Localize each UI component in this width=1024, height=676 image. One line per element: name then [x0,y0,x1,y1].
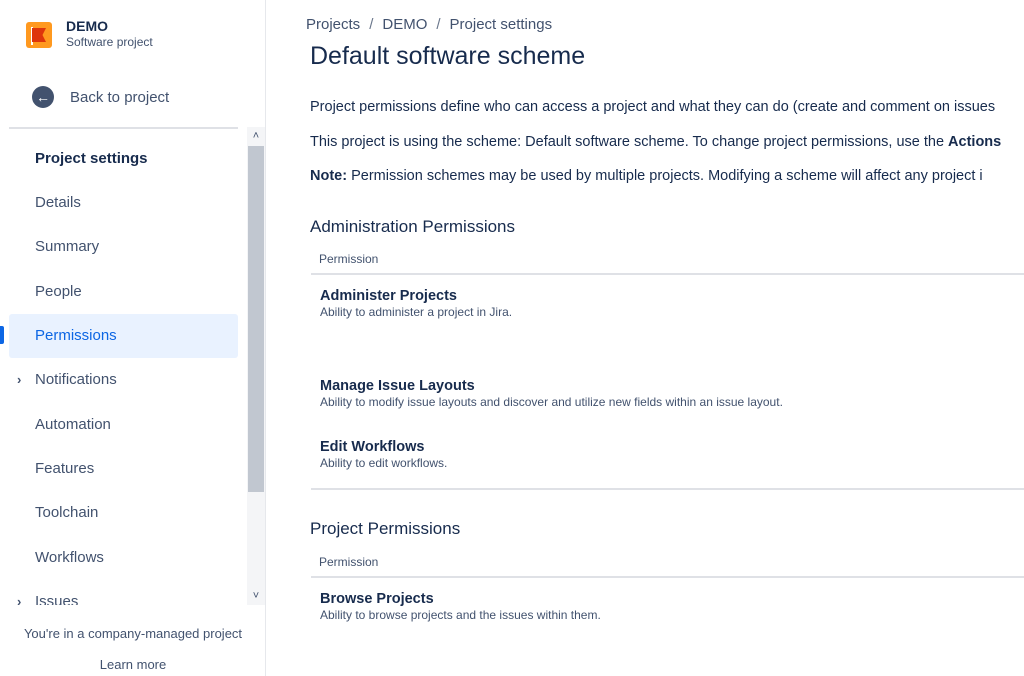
table-row: Manage Issue Layouts Ability to modify i… [320,377,783,410]
scheme-info-label: This project is using the scheme: Defaul… [310,134,949,150]
chevron-right-icon: › [17,372,22,387]
project-type: Software project [66,35,153,49]
permissions-intro-text: Project permissions define who can acces… [310,99,996,115]
section-title-administration: Administration Permissions [310,217,516,236]
permission-description: Ability to browse projects and the issue… [320,608,601,622]
note-body: Permission schemes may be used by multip… [347,168,983,184]
scrollbar-thumb[interactable] [248,146,264,492]
breadcrumb-separator: / [436,16,441,33]
learn-more-link[interactable]: Learn more [0,657,266,672]
table-header-divider [311,576,1024,578]
permission-description: Ability to modify issue layouts and disc… [320,395,783,409]
back-to-project-label: Back to project [70,88,170,106]
sidebar-item-notifications[interactable]: › Notifications [9,358,238,402]
sidebar: DEMO Software project ← Back to project … [0,0,266,676]
actions-emphasis: Actions [948,134,1002,150]
sidebar-item-issues[interactable]: › Issues [9,580,238,605]
project-name: DEMO [66,18,108,34]
table-header-divider [311,273,1024,275]
sidebar-item-label: Issues [35,593,79,605]
permission-name: Browse Projects [320,591,434,607]
breadcrumb-projects[interactable]: Projects [306,16,360,33]
sidebar-item-label: Notifications [35,371,117,388]
sidebar-item-features[interactable]: Features [9,447,238,491]
permission-name: Administer Projects [320,288,457,304]
sidebar-heading-project-settings: Project settings [35,150,148,167]
scheme-info-text: This project is using the scheme: Defaul… [310,134,1001,150]
project-header[interactable]: DEMO Software project [26,18,153,50]
chevron-up-icon[interactable]: ˄ [247,127,265,145]
back-to-project-button[interactable]: ← Back to project [32,86,169,108]
sidebar-item-people[interactable]: People [9,270,238,314]
note-text: Note: Permission schemes may be used by … [310,168,983,184]
nav-divider [9,127,238,129]
breadcrumb-separator: / [369,16,374,33]
active-indicator [0,326,4,344]
sidebar-item-automation[interactable]: Automation [9,403,238,447]
project-avatar-icon [26,22,52,48]
sidebar-item-toolchain[interactable]: Toolchain [9,491,238,535]
breadcrumb-project-settings[interactable]: Project settings [450,16,553,33]
column-header-permission: Permission [319,252,379,266]
table-row: Edit Workflows Ability to edit workflows… [320,438,447,471]
main-content: Projects / DEMO / Project settings Default s… [266,0,1024,676]
permission-name: Manage Issue Layouts [320,378,475,394]
permission-description: Ability to administer a project in Jira. [320,305,513,319]
breadcrumb-demo[interactable]: DEMO [382,16,427,33]
permission-description: Ability to edit workflows. [320,456,448,470]
table-row: Administer Projects Ability to administe… [320,287,512,320]
section-title-project-permissions: Project Permissions [310,519,461,538]
section-divider [311,488,1024,490]
chevron-down-icon[interactable]: ˅ [247,587,265,605]
page-title: Default software scheme [310,42,586,70]
arrow-left-circle-icon: ← [32,86,54,108]
chevron-right-icon: › [17,594,22,605]
column-header-permission: Permission [319,555,379,569]
table-row: Browse Projects Ability to browse projec… [320,590,601,623]
company-managed-note: You're in a company-managed project [23,626,243,641]
note-label: Note: [310,168,348,184]
permission-name: Edit Workflows [320,439,425,455]
sidebar-item-summary[interactable]: Summary [9,225,238,269]
sidebar-item-details[interactable]: Details [9,181,238,225]
sidebar-item-workflows[interactable]: Workflows [9,536,238,580]
sidebar-nav: Project settings Details Summary People … [9,137,238,605]
sidebar-item-permissions[interactable]: Permissions [9,314,238,358]
breadcrumb: Projects / DEMO / Project settings [306,16,552,33]
